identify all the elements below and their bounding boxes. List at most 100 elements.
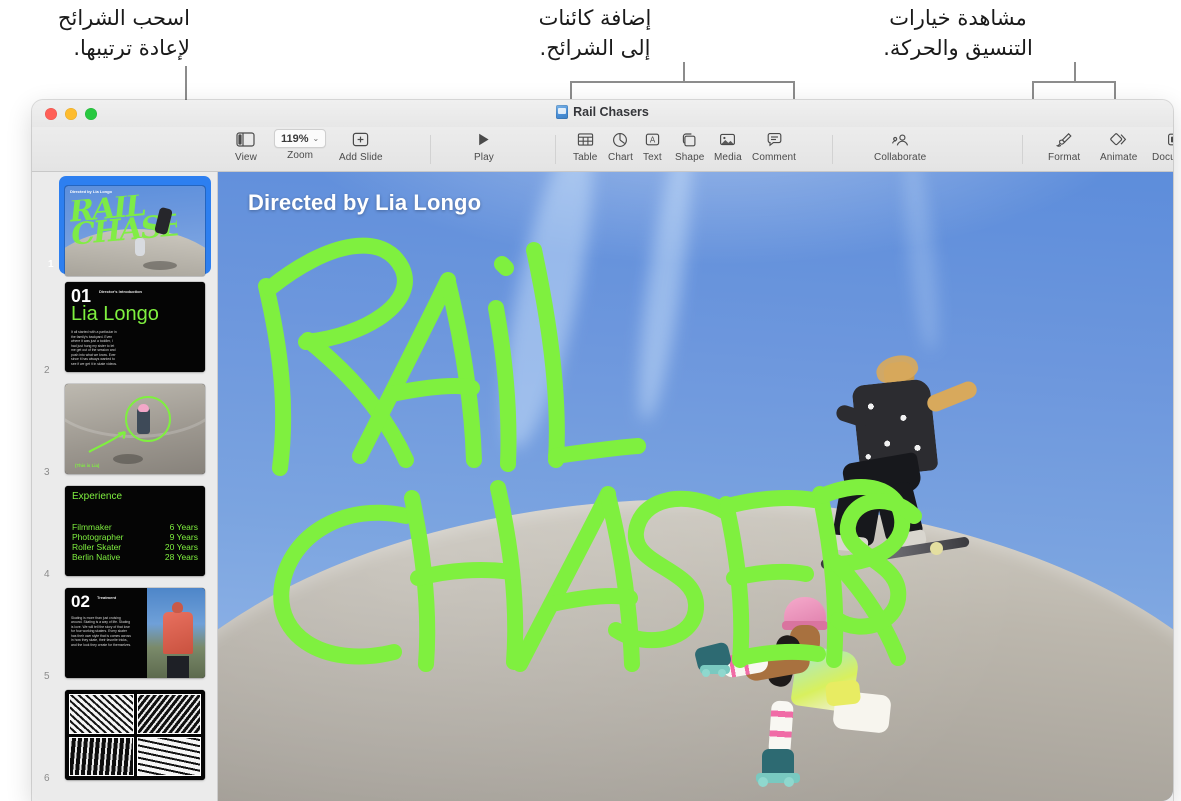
thumb-eyebrow: Treatment (97, 595, 117, 600)
document-title-text: Rail Chasers (573, 105, 649, 119)
toolbar-comment-label: Comment (752, 152, 797, 163)
slide-thumbnail-2[interactable]: 2 01 Director's Introduction Lia Longo I… (32, 282, 217, 384)
slide-caption: Directed by Lia Longo (248, 190, 482, 215)
toolbar-view-label: View (235, 152, 257, 163)
slide-number: 5 (44, 671, 50, 682)
leader-line-format-right-tick (1114, 81, 1116, 99)
toolbar-animate-label: Animate (1100, 152, 1138, 163)
current-slide[interactable]: Directed by Lia Longo (218, 172, 1173, 801)
experience-years: 6 Years (169, 522, 198, 532)
slide-thumbnail-6[interactable]: 6 (32, 690, 217, 792)
toolbar-document-button[interactable]: Document (1152, 129, 1173, 163)
leader-line-format-left-tick (1032, 81, 1034, 99)
experience-role: Filmmaker (72, 522, 112, 532)
thumb-section-number: 02 (71, 592, 90, 611)
toolbar-format-label: Format (1048, 152, 1081, 163)
toolbar-shape-button[interactable]: Shape (675, 129, 704, 163)
keynote-document-icon (556, 105, 569, 119)
toolbar-shape-label: Shape (675, 152, 705, 163)
toolbar-play-button[interactable]: Play (474, 129, 494, 163)
thumb-body: It all started with a particular in the … (71, 330, 117, 366)
shapes-icon (681, 129, 698, 150)
toolbar-text-label: Text (643, 152, 662, 163)
toolbar-media-button[interactable]: Media (714, 129, 742, 163)
slide-thumbnail-5[interactable]: 5 02 Treatment Skating is more than just… (32, 588, 217, 690)
thumb-caption: Directed by Lia Longo (70, 189, 113, 194)
toolbar-view-button[interactable]: View (235, 129, 257, 163)
leader-line-add-stem (683, 62, 685, 82)
toolbar-zoom-control[interactable]: 119% ⌄ Zoom (274, 129, 327, 161)
slide-thumbnail-art: 01 Director's Introduction Lia Longo It … (65, 282, 205, 372)
toolbar-collaborate-button[interactable]: Collaborate (874, 129, 926, 163)
toolbar-divider-3 (832, 135, 833, 164)
leader-line-format-crossbar (1032, 81, 1116, 83)
table-grid-icon (577, 129, 594, 150)
slide-number: 3 (44, 467, 50, 478)
photo-icon (719, 129, 736, 150)
toolbar-divider-2 (555, 135, 556, 164)
toolbar-add-slide-button[interactable]: Add Slide (339, 129, 383, 163)
document-panel-icon (1167, 129, 1173, 150)
leader-line-format-stem (1074, 62, 1076, 82)
toolbar-format-button[interactable]: Format (1048, 129, 1080, 163)
main-toolbar: View 119% ⌄ Zoom Add Slide Play Table Ch… (32, 127, 1173, 172)
zoom-value: 119% (281, 132, 309, 145)
slide-number: 1 (48, 259, 54, 270)
speech-bubble-icon (766, 129, 783, 150)
svg-text:A: A (650, 136, 656, 145)
sidebar-panel-icon (236, 129, 256, 150)
slide-number: 6 (44, 773, 50, 784)
toolbar-animate-button[interactable]: Animate (1100, 129, 1137, 163)
leader-line-add-right-tick (793, 81, 795, 99)
toolbar-play-label: Play (474, 152, 494, 163)
slide-navigator[interactable]: 1 Directed by Lia Longo RAIL CHASERS 2 0… (32, 172, 218, 801)
toolbar-divider-4 (1022, 135, 1023, 164)
person-share-icon (891, 129, 910, 150)
keynote-window: Rail Chasers View 119% ⌄ Zoom Add Slide … (32, 100, 1173, 801)
skater-airborne (818, 351, 980, 602)
slide-number: 2 (44, 365, 50, 376)
toolbar-table-label: Table (573, 152, 598, 163)
toolbar-chart-button[interactable]: Chart (608, 129, 633, 163)
pie-chart-icon (612, 129, 628, 150)
thumb-title: Experience (72, 491, 123, 502)
experience-years: 20 Years (164, 542, 198, 552)
annotation-add-objects: إضافة كائنات إلى الشرائح. (538, 6, 652, 60)
toolbar-chart-label: Chart (608, 152, 633, 163)
toolbar-collaborate-label: Collaborate (874, 152, 927, 163)
window-body: 1 Directed by Lia Longo RAIL CHASERS 2 0… (32, 172, 1173, 801)
plus-box-icon (352, 129, 369, 150)
toolbar-add-slide-label: Add Slide (339, 152, 383, 163)
experience-years: 9 Years (169, 532, 198, 542)
experience-years: 28 Years (164, 552, 198, 562)
thumb-title: Lia Longo (71, 303, 159, 325)
zoom-popup-button[interactable]: 119% ⌄ (274, 129, 327, 148)
slide-thumbnail-art: (This is Lia) (65, 384, 205, 474)
storyboard-grid (69, 694, 201, 776)
toolbar-table-button[interactable]: Table (573, 129, 597, 163)
skate-bowl-lip (218, 172, 1173, 584)
toolbar-text-button[interactable]: A Text (643, 129, 662, 163)
toolbar-divider-1 (430, 135, 431, 164)
document-title-group[interactable]: Rail Chasers (32, 105, 1173, 119)
thumb-annotation: (This is Lia) (75, 463, 100, 468)
slide-thumbnail-art: Experience Filmmaker 6 Years Photographe… (65, 486, 205, 576)
experience-role: Roller Skater (72, 542, 122, 552)
slide-canvas[interactable]: Directed by Lia Longo (218, 172, 1173, 801)
thumb-experience-rows: Filmmaker 6 Years Photographer 9 Years R… (72, 522, 198, 562)
chevron-down-icon: ⌄ (312, 134, 320, 143)
paintbrush-icon (1055, 129, 1073, 150)
slide-thumbnail-1[interactable]: 1 Directed by Lia Longo RAIL CHASERS (32, 176, 217, 282)
toolbar-comment-button[interactable]: Comment (752, 129, 796, 163)
slide-thumbnail-art (65, 690, 205, 780)
skater-seated (693, 597, 892, 797)
thumb-eyebrow: Director's Introduction (99, 289, 142, 294)
slide-thumbnail-art: Directed by Lia Longo RAIL CHASERS (65, 186, 205, 276)
slide-thumbnail-3[interactable]: 3 (This is Lia) (32, 384, 217, 486)
play-triangle-icon (476, 129, 491, 150)
experience-role: Photographer (72, 532, 124, 542)
slide-thumbnail-4[interactable]: 4 Experience Filmmaker 6 Years Photograp… (32, 486, 217, 588)
annotation-drag-slides: اسحب الشرائح لإعادة ترتيبها. (57, 6, 190, 60)
leader-line-add-crossbar (570, 81, 795, 83)
toolbar-media-label: Media (714, 152, 742, 163)
